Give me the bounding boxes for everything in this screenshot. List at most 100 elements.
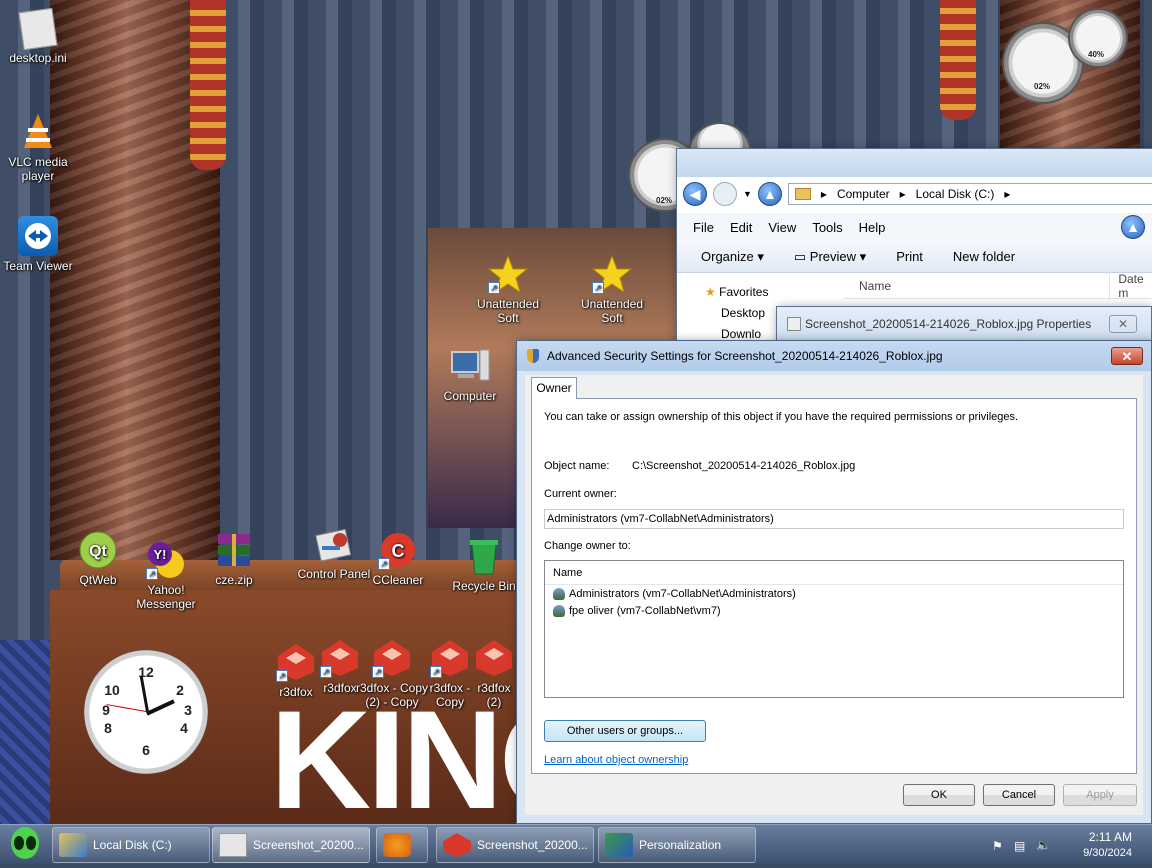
desktop-icon-unattended-soft-1[interactable]: ↗ Unattended Soft (470, 254, 546, 325)
preview-button[interactable]: ▭ Preview ▾ (794, 249, 866, 265)
desktop-icon-unattended-soft-2[interactable]: ↗ Unattended Soft (574, 254, 650, 325)
explorer-folder-icon (59, 833, 87, 857)
star-icon: ↗ (591, 254, 633, 294)
volume-muted-icon[interactable]: 🔈 (1036, 838, 1051, 852)
new-folder-button[interactable]: New folder (953, 249, 1015, 264)
breadcrumb-separator-icon[interactable]: ▸ (1004, 187, 1010, 201)
memory-gauge-value: 40% (1088, 50, 1105, 59)
clock-numeral: 10 (104, 682, 120, 698)
desktop-icon-label: CCleaner (372, 573, 424, 587)
desktop-icon-ccleaner[interactable]: C ↗ CCleaner (360, 530, 436, 587)
cancel-button[interactable]: Cancel (983, 784, 1055, 806)
nav-favorites-label: Favorites (719, 285, 769, 299)
menu-help[interactable]: Help (859, 220, 886, 235)
tab-owner[interactable]: Owner (531, 377, 577, 399)
taskbar-item-label: Screenshot_20200... (253, 838, 364, 852)
column-name[interactable]: Name (843, 279, 1109, 293)
image-file-icon (787, 317, 801, 331)
owner-list-item[interactable]: fpe oliver (vm7-CollabNet\vm7) (545, 602, 1123, 619)
menu-tools[interactable]: Tools (812, 220, 842, 235)
organize-button[interactable]: Organize ▾ (701, 249, 764, 265)
desktop-icon-yahoo-messenger[interactable]: Y! ↗ Yahoo! Messenger (128, 540, 204, 611)
desktop-icon-cze-zip[interactable]: cze.zip (196, 530, 272, 587)
menu-edit[interactable]: Edit (730, 220, 752, 235)
upload-arrow-icon[interactable]: ▲ (1121, 215, 1145, 239)
forward-button[interactable] (713, 182, 737, 206)
taskbar-item-personalization[interactable]: Personalization (598, 827, 756, 863)
shortcut-arrow-icon: ↗ (430, 666, 442, 678)
change-owner-list[interactable]: Name Administrators (vm7-CollabNet\Admin… (544, 560, 1124, 698)
apply-button[interactable]: Apply (1063, 784, 1137, 806)
shortcut-arrow-icon: ↗ (592, 282, 604, 294)
taskbar-item-media-player[interactable] (376, 827, 428, 863)
svg-text:Y!: Y! (154, 547, 167, 562)
breadcrumb-local-disk[interactable]: Local Disk (C:) (916, 187, 995, 201)
desktop-icon-computer[interactable]: Computer (432, 346, 508, 403)
clock-numeral: 6 (142, 742, 150, 758)
print-button[interactable]: Print (896, 249, 923, 264)
close-icon[interactable]: ✕ (1109, 315, 1137, 333)
taskbar-item-label: Local Disk (C:) (93, 838, 172, 852)
breadcrumb-separator-icon[interactable]: ▸ (821, 187, 827, 201)
properties-window[interactable]: Screenshot_20200514-214026_Roblox.jpg Pr… (776, 306, 1152, 342)
desktop-icon-recycle-bin[interactable]: Recycle Bin (446, 536, 522, 593)
up-button[interactable]: ▲ (757, 182, 782, 206)
desktop-icon-vlc[interactable]: VLC media player (0, 112, 76, 183)
object-name-value: C:\Screenshot_20200514-214026_Roblox.jpg (632, 460, 856, 472)
ok-button[interactable]: OK (903, 784, 975, 806)
image-file-icon (219, 833, 247, 857)
nav-downloads-label: Downlo (721, 327, 762, 341)
desktop-icon-label: Unattended Soft (580, 297, 644, 325)
desktop-icon-r3dfox-2-copy[interactable]: r3dfox (2) (470, 638, 518, 709)
clock-gadget[interactable]: 12 2 4 6 8 9 10 3 (84, 650, 208, 774)
address-input[interactable]: ▸ Computer ▸ Local Disk (C:) ▸ (787, 183, 1152, 205)
desktop-icon-teamviewer[interactable]: Team Viewer (0, 216, 76, 273)
back-button[interactable]: ◀ (683, 182, 707, 206)
desktop-icon-label: Unattended Soft (476, 297, 540, 325)
memory-gauge-gadget[interactable]: 40% (1070, 10, 1126, 66)
taskbar-item-screenshot-1[interactable]: Screenshot_20200... (212, 827, 370, 863)
menu-view[interactable]: View (768, 220, 796, 235)
star-icon: ↗ (487, 254, 529, 294)
desktop-icon-qtweb[interactable]: Qt QtWeb (60, 530, 136, 587)
owner-item-label: Administrators (vm7-CollabNet\Administra… (569, 587, 796, 600)
yahoo-messenger-icon: Y! ↗ (146, 540, 186, 580)
network-icon[interactable]: ▤ (1014, 839, 1025, 853)
start-button[interactable] (2, 825, 48, 865)
column-date-modified[interactable]: Date m (1109, 271, 1152, 300)
intro-text: You can take or assign ownership of this… (544, 411, 1019, 423)
svg-text:C: C (392, 541, 405, 561)
taskbar-item-local-disk[interactable]: Local Disk (C:) (52, 827, 210, 863)
current-owner-field[interactable]: Administrators (vm7-CollabNet\Administra… (544, 509, 1124, 529)
tray-clock-time[interactable]: 2:11 AM (1089, 830, 1132, 844)
breadcrumb-separator-icon[interactable]: ▸ (900, 187, 906, 201)
breadcrumb-computer[interactable]: Computer (837, 187, 890, 201)
learn-ownership-link[interactable]: Learn about object ownership (544, 754, 688, 766)
desktop-icon-label: cze.zip (215, 573, 253, 587)
properties-title: Screenshot_20200514-214026_Roblox.jpg Pr… (805, 317, 1092, 331)
close-icon[interactable]: ✕ (1111, 347, 1143, 365)
dialog-title: Advanced Security Settings for Screensho… (547, 349, 943, 363)
explorer-address-bar: ◀ ▼ ▲ ▸ Computer ▸ Local Disk (C:) ▸ (683, 181, 1152, 207)
advanced-security-dialog[interactable]: Advanced Security Settings for Screensho… (516, 340, 1152, 824)
folder-icon (794, 188, 811, 200)
winrar-archive-icon (214, 530, 254, 570)
desktop-icon-desktop-ini[interactable]: desktop.ini (0, 7, 76, 65)
other-users-button[interactable]: Other users or groups... (544, 720, 706, 742)
nav-favorites[interactable]: ★ Favorites (705, 285, 837, 306)
action-center-flag-icon[interactable]: ⚑ (992, 839, 1003, 853)
explorer-titlebar[interactable] (677, 149, 1152, 177)
user-group-icon (553, 587, 565, 600)
list-header-name[interactable]: Name (545, 561, 1123, 585)
desktop-icon-label: r3dfox (323, 681, 357, 695)
teamviewer-icon (18, 216, 58, 256)
desktop-icon-label: desktop.ini (9, 51, 67, 65)
menu-file[interactable]: File (693, 220, 714, 235)
r3dfox-icon: ↗ (430, 638, 470, 678)
taskbar-item-screenshot-2[interactable]: Screenshot_20200... (436, 827, 594, 863)
tray-clock-date[interactable]: 9/30/2024 (1083, 847, 1132, 859)
recent-pages-chevron-icon[interactable]: ▼ (743, 189, 752, 199)
owner-list-item[interactable]: Administrators (vm7-CollabNet\Administra… (545, 585, 1123, 602)
dialog-titlebar[interactable]: Advanced Security Settings for Screensho… (517, 341, 1151, 371)
alien-start-icon (11, 827, 39, 859)
